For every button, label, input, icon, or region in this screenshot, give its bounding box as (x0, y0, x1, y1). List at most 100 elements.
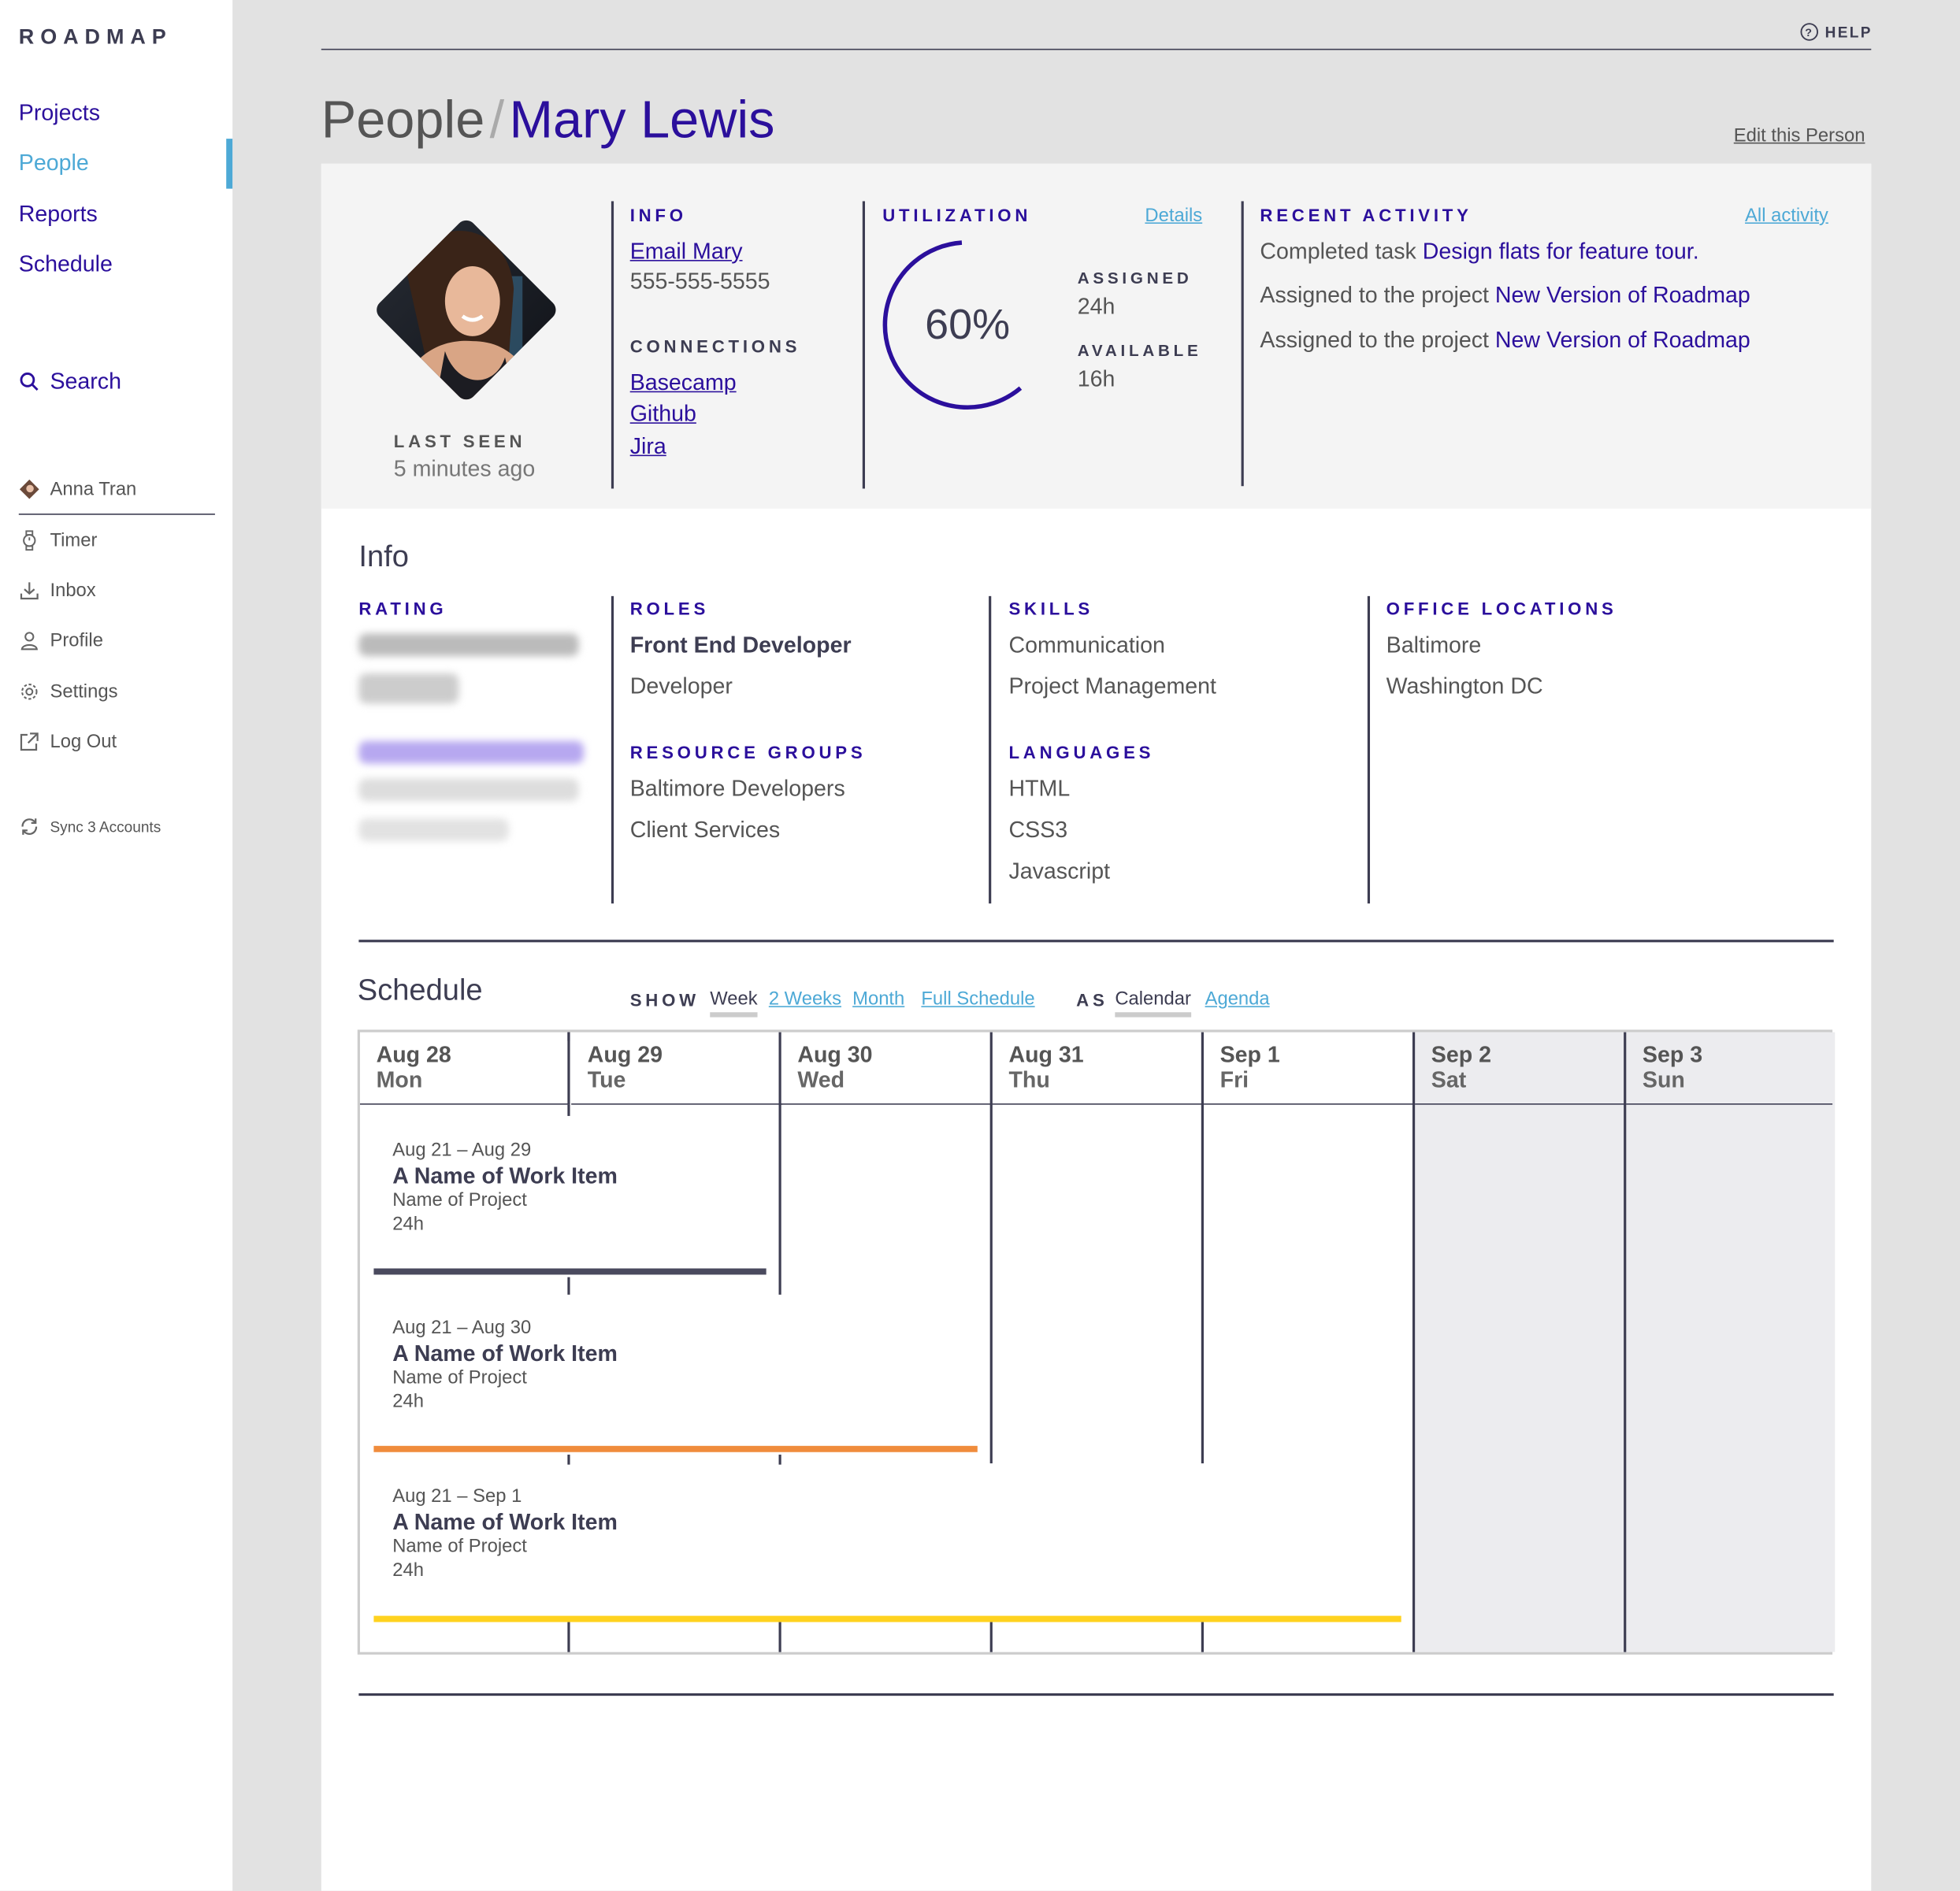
languages-label: LANGUAGES (1008, 742, 1155, 762)
column-line (567, 1454, 570, 1465)
timer-label: Timer (50, 529, 98, 551)
as-option-agenda[interactable]: Agenda (1205, 988, 1270, 1010)
redacted-text (358, 633, 579, 657)
inbox-label: Inbox (50, 580, 96, 602)
work-item-hours: 24h (392, 1390, 424, 1412)
menu-logout[interactable]: Log Out (19, 731, 117, 752)
search-label: Search (50, 369, 121, 394)
assigned-value: 24h (1077, 293, 1115, 319)
work-item[interactable]: Aug 21 – Aug 30 A Name of Work Item Name… (392, 1317, 618, 1412)
day-header-fri: Sep 1 Fri (1203, 1033, 1416, 1105)
nav-people[interactable]: People (19, 150, 89, 176)
info-divider-3 (1367, 595, 1370, 904)
work-item-project: Name of Project (392, 1366, 527, 1389)
svg-text:?: ? (1805, 27, 1813, 39)
top-divider (321, 48, 1872, 50)
column-line (989, 1622, 993, 1652)
connection-github[interactable]: Github (630, 401, 696, 427)
nav-reports[interactable]: Reports (19, 201, 98, 227)
user-avatar-icon (19, 479, 39, 499)
work-item-project: Name of Project (392, 1189, 527, 1211)
activity-link[interactable]: Design flats for feature tour. (1423, 239, 1699, 264)
utilization-label: UTILIZATION (882, 205, 1032, 225)
menu-profile[interactable]: Profile (19, 630, 103, 651)
help-link[interactable]: ? HELP (1800, 23, 1873, 42)
column-line (989, 1032, 993, 1464)
activity-text: Assigned to the project (1260, 327, 1489, 353)
email-link[interactable]: Email Mary (630, 239, 743, 265)
assigned-label: ASSIGNED (1077, 269, 1193, 287)
work-item[interactable]: Aug 21 – Aug 29 A Name of Work Item Name… (392, 1140, 618, 1235)
language-item: CSS3 (1008, 817, 1068, 843)
nav-search[interactable]: Search (19, 369, 121, 395)
connection-jira[interactable]: Jira (630, 434, 666, 460)
resource-group-item: Client Services (629, 817, 781, 843)
show-option-2-weeks[interactable]: 2 Weeks (769, 988, 841, 1010)
column-line (778, 1454, 781, 1465)
menu-timer[interactable]: Timer (19, 529, 98, 551)
day-name: Wed (797, 1067, 845, 1092)
column-line (567, 1104, 570, 1116)
work-item-dates: Aug 21 – Aug 29 (392, 1140, 532, 1162)
role-item: Developer (629, 673, 733, 699)
schedule-calendar: Aug 28 Mon Aug 29 Tue Aug 30 Wed Aug 31 Thu … (357, 1029, 1836, 1655)
info-label: INFO (629, 205, 687, 225)
activity-text: Assigned to the project (1260, 282, 1489, 308)
column-line (567, 1032, 570, 1105)
activity-text: Completed task (1260, 239, 1416, 264)
activity-link[interactable]: New Version of Roadmap (1495, 283, 1750, 308)
header-divider-3 (1241, 201, 1243, 487)
all-activity-link[interactable]: All activity (1745, 205, 1828, 226)
column-line (567, 1277, 570, 1295)
column-line (567, 1622, 570, 1652)
day-date: Sep 3 (1642, 1042, 1703, 1068)
resource-group-item: Baltimore Developers (629, 776, 845, 802)
section-divider (358, 940, 1834, 942)
show-option-full-schedule[interactable]: Full Schedule (921, 988, 1034, 1010)
activity-link[interactable]: New Version of Roadmap (1495, 328, 1750, 353)
connections-label: CONNECTIONS (629, 336, 801, 357)
activity-item: Assigned to the project New Version of R… (1260, 283, 1750, 309)
work-item-bar (373, 1615, 1401, 1622)
available-value: 16h (1077, 365, 1115, 391)
breadcrumb-parent[interactable]: People (321, 90, 485, 149)
work-item-dates: Aug 21 – Aug 30 (392, 1317, 532, 1339)
sync-label: Sync 3 Accounts (50, 818, 161, 836)
office-item: Baltimore (1386, 632, 1482, 658)
resource-groups-label: RESOURCE GROUPS (629, 742, 867, 762)
phone-number: 555-555-5555 (629, 269, 770, 294)
connection-basecamp[interactable]: Basecamp (630, 370, 737, 396)
show-option-month[interactable]: Month (852, 988, 904, 1010)
available-label: AVAILABLE (1077, 341, 1202, 360)
show-option-week[interactable]: Week (710, 988, 758, 1018)
day-date: Aug 28 (376, 1042, 451, 1068)
gear-icon (21, 684, 38, 700)
user-menu-current-user[interactable]: Anna Tran (19, 479, 136, 500)
as-option-calendar[interactable]: Calendar (1115, 988, 1191, 1018)
day-name: Fri (1219, 1067, 1249, 1092)
nav-schedule[interactable]: Schedule (19, 251, 113, 277)
menu-settings[interactable]: Settings (19, 681, 118, 703)
work-item-hours: 24h (392, 1559, 424, 1581)
day-name: Sun (1642, 1067, 1685, 1092)
day-header-mon: Aug 28 Mon (359, 1033, 570, 1105)
utilization-details-link[interactable]: Details (1145, 205, 1202, 226)
work-item[interactable]: Aug 21 – Sep 1 A Name of Work Item Name … (392, 1486, 618, 1581)
active-nav-indicator (226, 139, 233, 189)
activity-item: Completed task Design flats for feature … (1260, 239, 1698, 265)
nav-projects[interactable]: Projects (19, 100, 100, 126)
language-item: HTML (1008, 776, 1071, 802)
section-divider (358, 1693, 1834, 1696)
menu-sync[interactable]: Sync 3 Accounts (19, 816, 161, 837)
edit-person-link[interactable]: Edit this Person (1734, 125, 1865, 146)
person-panel: LAST SEEN 5 minutes ago INFO Email Mary … (321, 163, 1872, 1891)
menu-inbox[interactable]: Inbox (19, 580, 96, 601)
header-divider-2 (862, 201, 865, 489)
work-item-hours: 24h (392, 1213, 424, 1235)
info-divider-2 (989, 595, 991, 904)
work-item-title: A Name of Work Item (392, 1340, 618, 1366)
office-item: Washington DC (1386, 673, 1543, 699)
day-header-thu: Aug 31 Thu (992, 1033, 1204, 1105)
column-line (1412, 1032, 1415, 1652)
day-header-wed: Aug 30 Wed (781, 1033, 993, 1105)
